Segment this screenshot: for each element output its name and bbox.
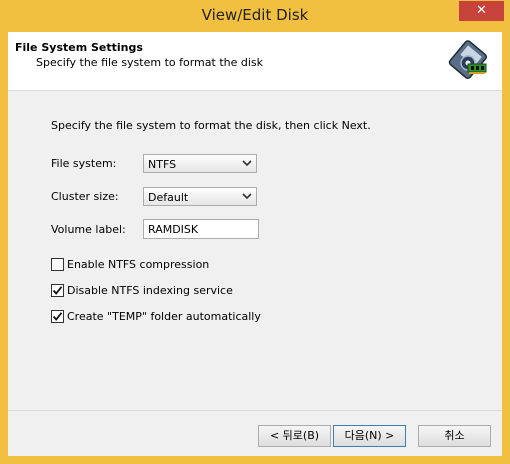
close-button[interactable]: ✕ [459, 1, 504, 21]
cluster-size-select[interactable]: Default [143, 187, 257, 206]
volume-label-label: Volume label: [51, 223, 126, 236]
volume-label-input[interactable]: RAMDISK [143, 219, 259, 239]
checkbox-create-temp[interactable]: Create "TEMP" folder automatically [51, 310, 261, 324]
disk-memory-icon [446, 39, 490, 83]
footer-divider [8, 410, 502, 411]
checkbox-disable-indexing[interactable]: Disable NTFS indexing service [51, 284, 233, 298]
file-system-value: NTFS [148, 158, 177, 171]
cluster-size-value: Default [148, 191, 189, 204]
next-button[interactable]: 다음(N) > [333, 425, 406, 447]
checkbox-box[interactable] [51, 258, 64, 271]
dialog-window: View/Edit Disk ✕ File System Settings Sp… [0, 0, 510, 464]
back-button[interactable]: < 뒤로(B) [258, 425, 331, 447]
file-system-label: File system: [51, 157, 117, 170]
chevron-down-icon [242, 160, 252, 167]
chevron-down-icon [242, 193, 252, 200]
header-title: File System Settings [15, 41, 143, 54]
close-icon: ✕ [476, 3, 487, 18]
instruction-text: Specify the file system to format the di… [51, 119, 371, 132]
dialog-body: File System Settings Specify the file sy… [8, 32, 502, 456]
checkbox-box[interactable] [51, 284, 64, 297]
checkmark-icon [52, 312, 63, 321]
wizard-header: File System Settings Specify the file sy… [8, 32, 502, 91]
cancel-button[interactable]: 취소 [418, 425, 491, 447]
checkbox-label: Create "TEMP" folder automatically [67, 310, 261, 323]
window-title: View/Edit Disk [201, 6, 309, 24]
checkmark-icon [52, 286, 63, 295]
checkbox-box[interactable] [51, 310, 64, 323]
volume-label-value: RAMDISK [148, 223, 199, 236]
header-subtitle: Specify the file system to format the di… [36, 56, 264, 69]
cluster-size-label: Cluster size: [51, 190, 119, 203]
title-bar[interactable]: View/Edit Disk ✕ [0, 0, 510, 32]
checkbox-label: Disable NTFS indexing service [67, 284, 233, 297]
checkbox-ntfs-compression[interactable]: Enable NTFS compression [51, 258, 211, 272]
checkbox-label: Enable NTFS compression [67, 258, 210, 271]
file-system-select[interactable]: NTFS [143, 154, 257, 173]
